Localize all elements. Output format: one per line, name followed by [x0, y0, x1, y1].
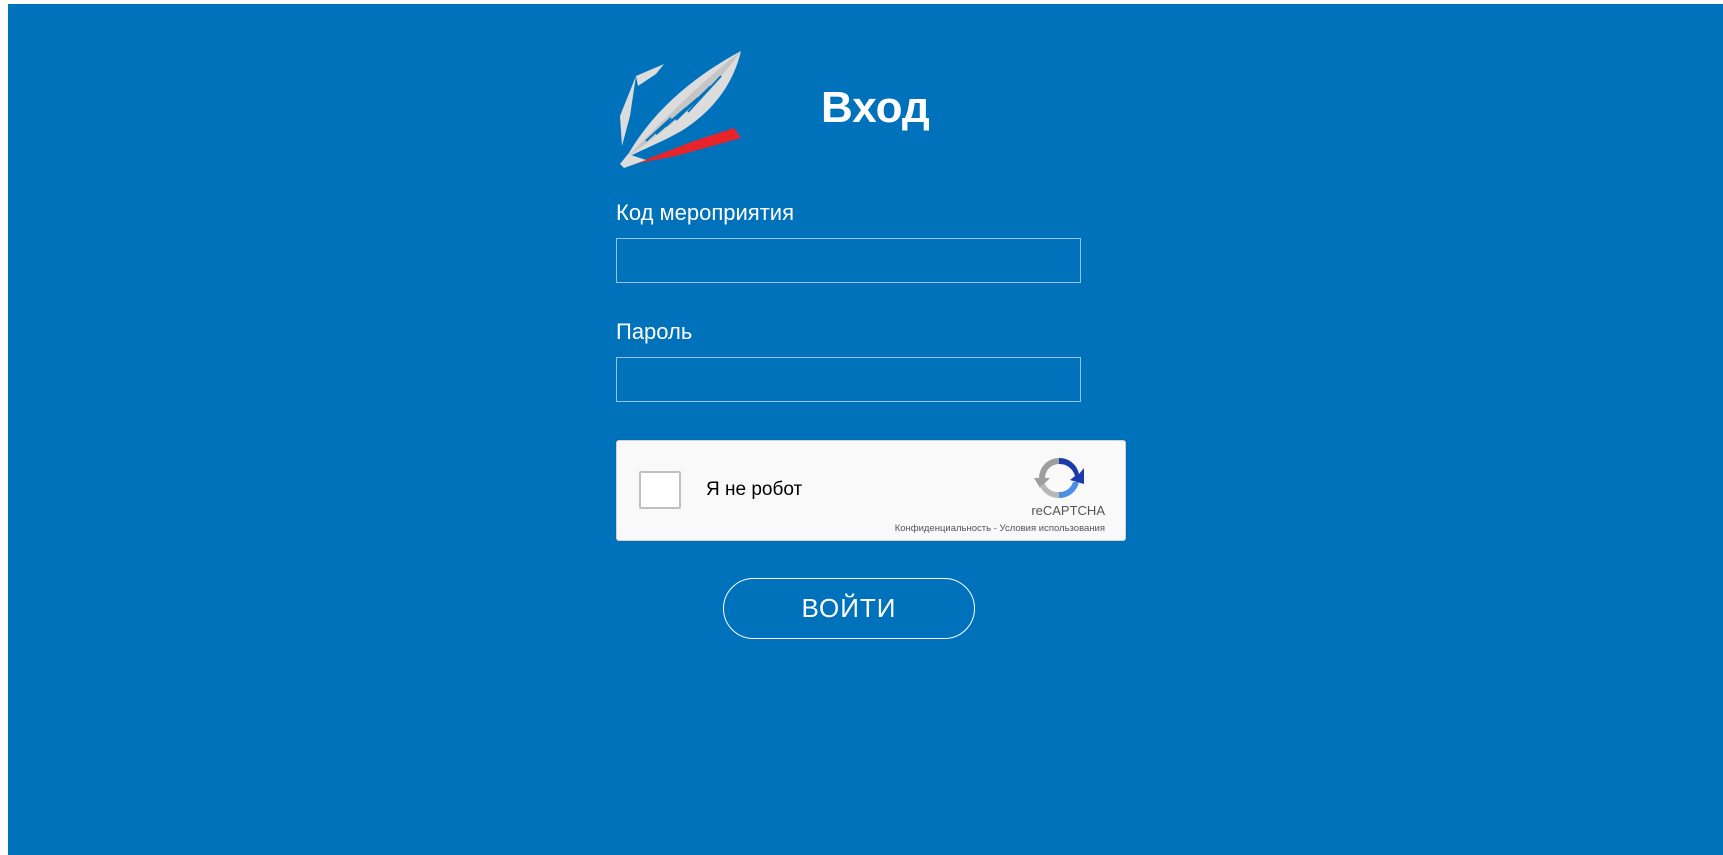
login-page: Вход Код мероприятия Пароль Я не робот r…	[8, 4, 1723, 855]
password-group: Пароль	[616, 321, 1136, 402]
event-code-label: Код мероприятия	[616, 200, 794, 225]
recaptcha-checkbox-label: Я не робот	[706, 479, 803, 500]
recaptcha-privacy-link[interactable]: Конфиденциальность	[895, 523, 991, 534]
page-header: Вход	[616, 46, 1036, 176]
recaptcha-widget: Я не робот reCAPTCHA Конфиденциальность …	[616, 440, 1126, 541]
login-button[interactable]: ВОЙТИ	[723, 578, 975, 639]
password-input[interactable]	[616, 357, 1081, 402]
event-code-input[interactable]	[616, 238, 1081, 283]
recaptcha-links-separator: -	[991, 523, 1000, 534]
login-form: Код мероприятия Пароль Я не робот reCAPT…	[616, 202, 1136, 639]
recaptcha-icon	[1034, 457, 1084, 499]
event-code-group: Код мероприятия	[616, 202, 1136, 283]
feather-quill-logo	[620, 51, 741, 168]
recaptcha-brand: reCAPTCHA	[1031, 503, 1105, 518]
recaptcha-terms-link[interactable]: Условия использования	[1000, 523, 1105, 534]
password-label: Пароль	[616, 319, 693, 344]
recaptcha-links: Конфиденциальность - Условия использован…	[895, 523, 1105, 534]
recaptcha-checkbox[interactable]	[639, 471, 681, 509]
page-title: Вход	[821, 83, 930, 132]
